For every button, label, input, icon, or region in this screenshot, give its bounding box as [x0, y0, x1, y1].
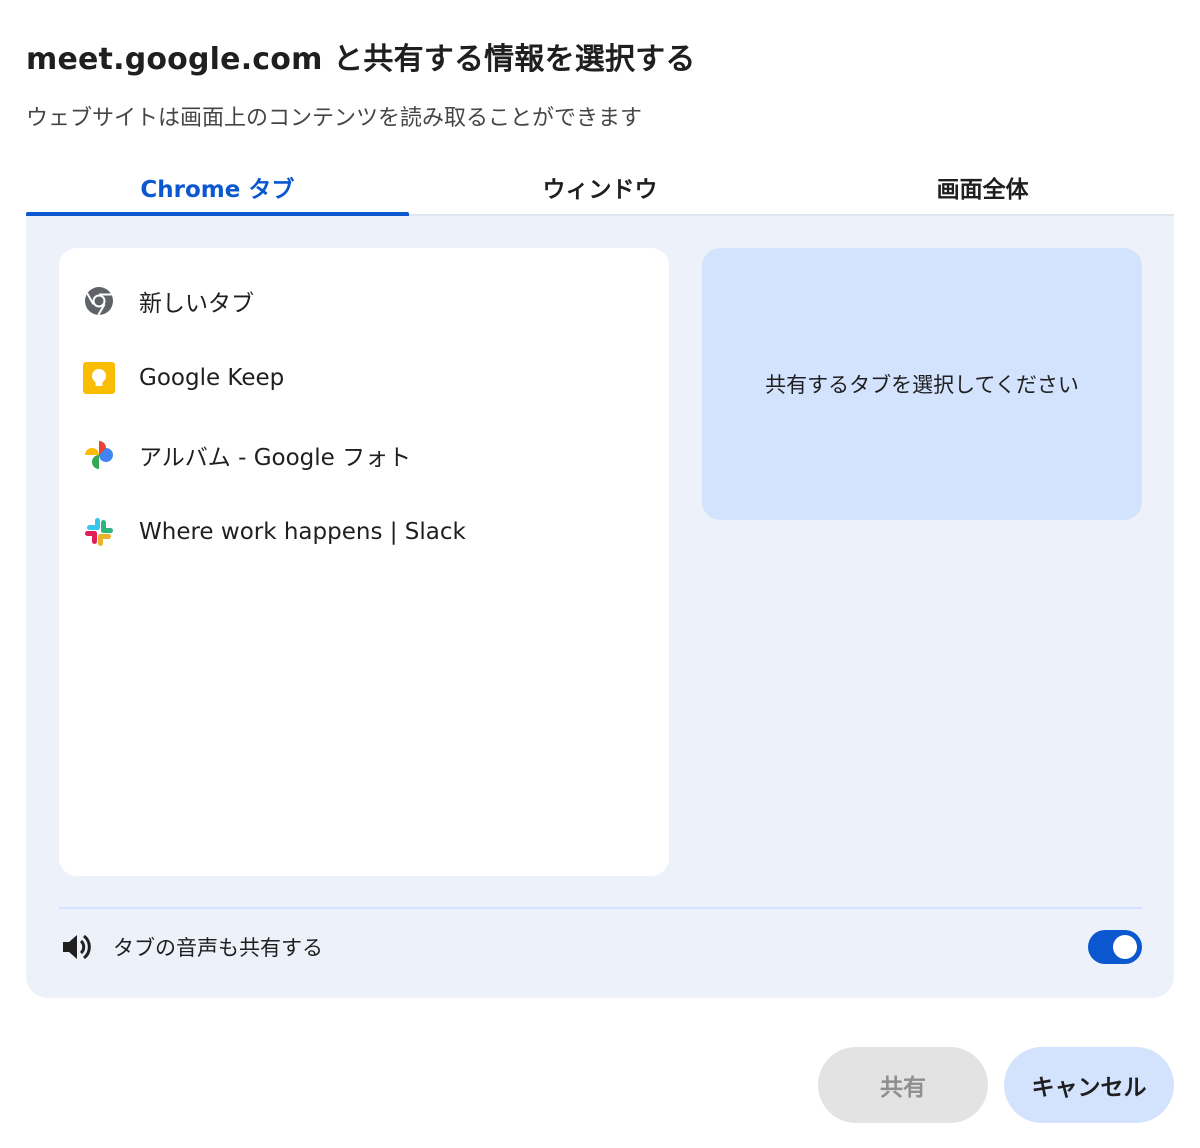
- list-item-new-tab[interactable]: 新しいタブ: [59, 262, 669, 339]
- toggle-knob: [1113, 935, 1137, 959]
- chrome-icon: [81, 283, 117, 319]
- list-item-google-photos[interactable]: アルバム - Google フォト: [59, 416, 669, 493]
- source-tabs: Chrome タブ ウィンドウ 画面全体: [26, 160, 1174, 216]
- cancel-button[interactable]: キャンセル: [1004, 1047, 1174, 1123]
- list-item-slack[interactable]: Where work happens | Slack: [59, 493, 669, 570]
- speaker-icon: [59, 929, 95, 965]
- google-photos-icon: [81, 437, 117, 473]
- divider: [59, 907, 1142, 909]
- list-item-label: Google Keep: [139, 364, 285, 391]
- dialog-title: meet.google.com と共有する情報を選択する: [26, 42, 696, 77]
- tab-chrome-tab[interactable]: Chrome タブ: [26, 160, 409, 216]
- share-audio-label: タブの音声も共有する: [113, 936, 323, 960]
- slack-icon: [81, 514, 117, 550]
- share-button[interactable]: 共有: [818, 1047, 988, 1123]
- tab-window[interactable]: ウィンドウ: [409, 160, 792, 214]
- share-audio-toggle[interactable]: [1088, 930, 1142, 964]
- list-item-label: 新しいタブ: [139, 290, 254, 317]
- google-keep-icon: [81, 360, 117, 396]
- preview-placeholder-text: 共有するタブを選択してください: [765, 373, 1079, 397]
- tab-entire-screen[interactable]: 画面全体: [791, 160, 1174, 214]
- content-panel: 新しいタブ Google Keep アルバム - Google フォト Wher…: [26, 216, 1174, 998]
- share-audio-row: タブの音声も共有する: [59, 924, 1142, 970]
- chrome-tab-list: 新しいタブ Google Keep アルバム - Google フォト Wher…: [59, 248, 669, 876]
- list-item-label: Where work happens | Slack: [139, 518, 466, 545]
- dialog-subtitle: ウェブサイトは画面上のコンテンツを読み取ることができます: [26, 106, 643, 131]
- share-preview: 共有するタブを選択してください: [702, 248, 1142, 520]
- list-item-google-keep[interactable]: Google Keep: [59, 339, 669, 416]
- list-item-label: アルバム - Google フォト: [139, 444, 412, 471]
